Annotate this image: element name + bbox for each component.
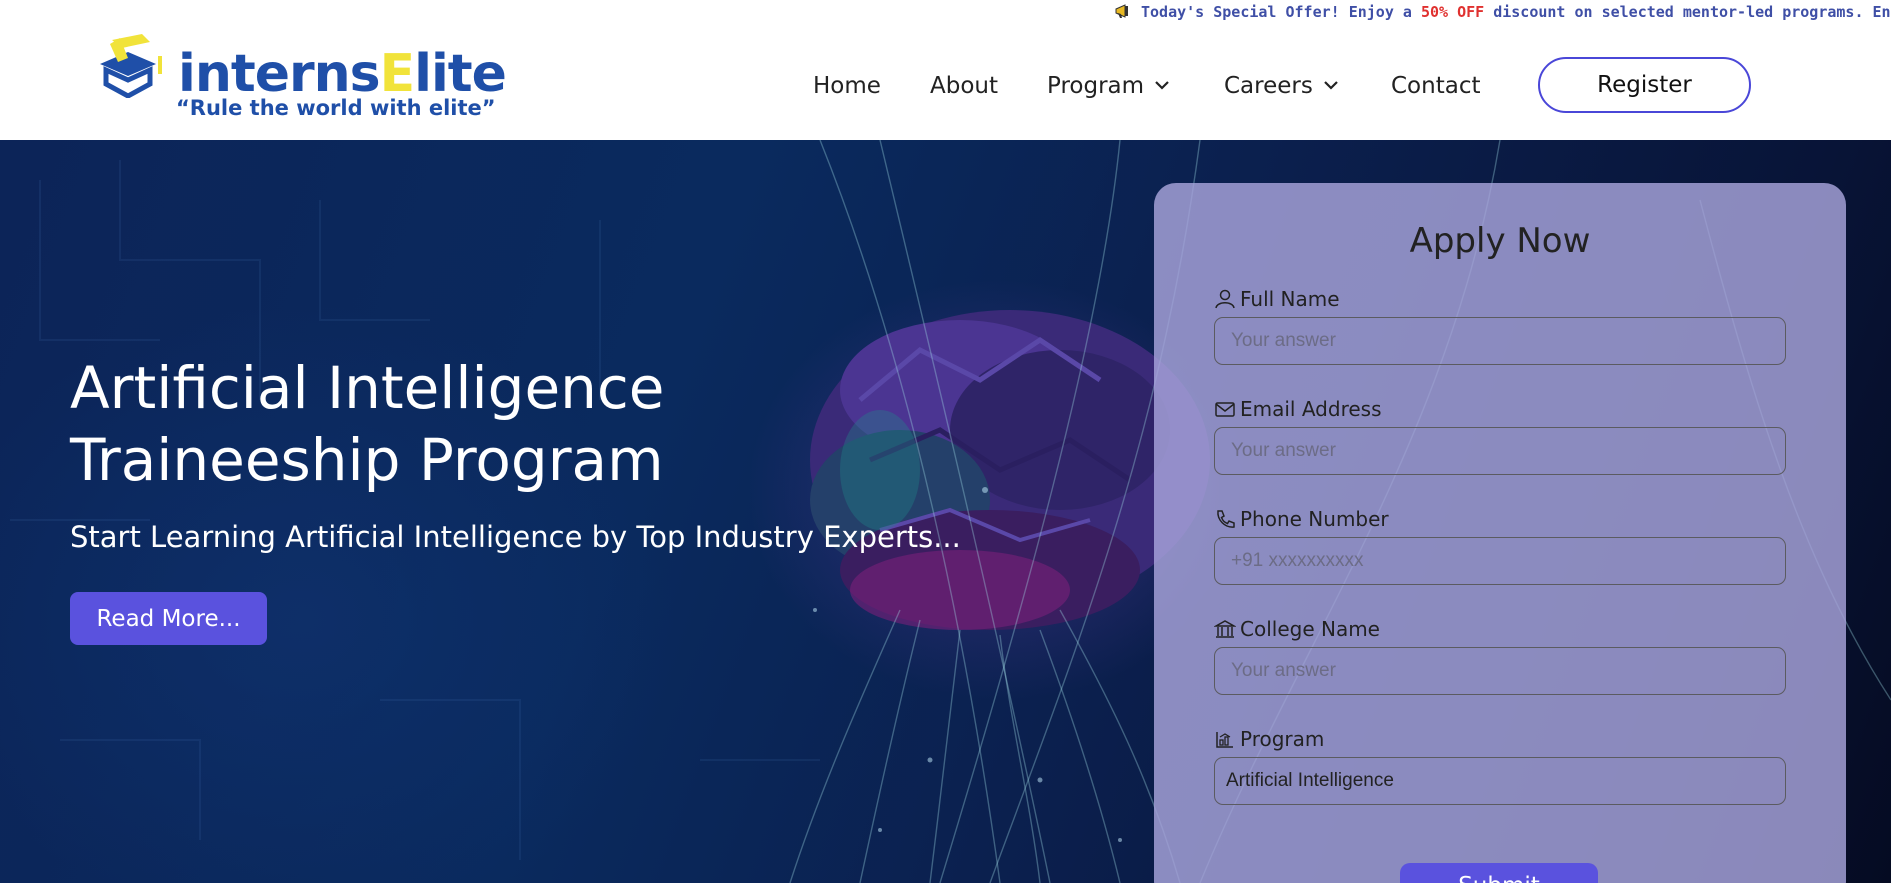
offer-ticker: Today's Special Offer! Enjoy a 50% OFF d…	[1115, 3, 1891, 25]
program-icon	[1216, 732, 1233, 748]
full-name-label: Full Name	[1214, 287, 1340, 311]
offer-discount: 50% OFF	[1420, 3, 1485, 21]
hero-subtitle: Start Learning Artificial Intelligence b…	[70, 520, 961, 554]
phone-input[interactable]	[1214, 537, 1786, 585]
mail-icon	[1215, 402, 1235, 417]
submit-button[interactable]: Submit	[1400, 863, 1598, 883]
hero-section: Artificial Intelligence Traineeship Prog…	[0, 140, 1891, 883]
program-label: Program	[1214, 727, 1324, 751]
college-label: College Name	[1214, 617, 1380, 641]
nav-program[interactable]: Program	[1047, 70, 1170, 102]
offer-text-suffix: discount on selected mentor-led programs…	[1484, 3, 1891, 21]
email-input[interactable]	[1214, 427, 1786, 475]
full-name-input[interactable]	[1214, 317, 1786, 365]
nav-about[interactable]: About	[930, 70, 998, 102]
brand-logo[interactable]: internsElite “Rule the world with elite”	[98, 34, 507, 124]
read-more-button[interactable]: Read More...	[70, 592, 267, 645]
hero-title: Artificial Intelligence Traineeship Prog…	[70, 354, 665, 494]
chevron-down-icon	[1155, 81, 1169, 90]
phone-label: Phone Number	[1214, 507, 1389, 531]
brand-wordmark: internsElite	[178, 44, 507, 104]
nav-careers[interactable]: Careers	[1224, 70, 1339, 102]
college-input[interactable]	[1214, 647, 1786, 695]
nav-contact[interactable]: Contact	[1391, 70, 1480, 102]
offer-text-prefix: Today's Special Offer! Enjoy a	[1141, 3, 1421, 21]
building-icon	[1214, 620, 1236, 638]
program-select[interactable]: Artificial Intelligence	[1214, 757, 1786, 805]
email-label: Email Address	[1214, 397, 1382, 421]
nav-home[interactable]: Home	[813, 70, 881, 102]
apply-form-card: Apply Now Full Name Email Address Phone …	[1154, 183, 1846, 883]
user-icon	[1215, 289, 1235, 309]
chevron-down-icon	[1324, 81, 1338, 90]
brand-tagline: “Rule the world with elite”	[176, 96, 496, 120]
megaphone-icon	[1115, 4, 1128, 18]
phone-icon	[1217, 510, 1235, 528]
register-button[interactable]: Register	[1538, 57, 1751, 113]
graduation-cap-logo-icon	[100, 34, 162, 98]
apply-form-title: Apply Now	[1409, 221, 1591, 261]
